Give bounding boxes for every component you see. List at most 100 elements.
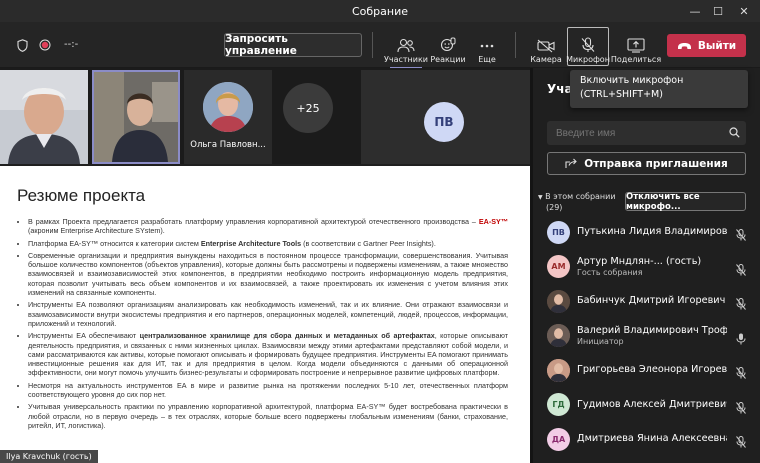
slide-bullet-text: В рамках Проекта предлагается разработат… — [28, 217, 479, 226]
participants-button[interactable]: Участники — [383, 28, 429, 69]
collapse-caret-icon: ▼ — [538, 194, 543, 201]
participant-name-text: Валерий Владимирович Трофи... — [577, 324, 727, 336]
participant-photo-olga — [203, 82, 253, 132]
participant-name: Григорьева Элеонора Игоревна — [577, 364, 727, 376]
video-tile-active-speaker[interactable] — [92, 70, 180, 164]
request-control-button[interactable]: Запросить управление — [224, 33, 362, 57]
share-label: Поделиться — [610, 55, 662, 64]
participant-row[interactable]: Валерий Владимирович Трофи... Инициатор — [547, 320, 760, 352]
share-screen-icon — [627, 38, 645, 53]
people-icon — [397, 38, 415, 53]
participant-name-text: Бабинчук Дмитрий Игоревич — [577, 295, 726, 306]
slide-bullet-text: Инструменты EA позволяют организациям ан… — [28, 300, 508, 328]
slide-bullet-text: (в соответствии с Gartner Peer Insights)… — [301, 238, 436, 248]
reactions-button[interactable]: Реакции — [429, 28, 467, 64]
slide-bullet-text: Инструменты EA обеспечивают — [28, 331, 140, 341]
meeting-toolbar: --:- Запросить управление Участники Реак… — [0, 22, 760, 69]
slide-bullet: Современные организации и предприятия вы… — [28, 251, 508, 297]
recording-icon — [39, 39, 51, 51]
participant-name-text: Гудимов Алексей Дмитриевич — [577, 398, 727, 410]
participant-name-text: Григорьева Элеонора Игоревна — [577, 364, 727, 375]
avatar: АМ — [547, 255, 570, 278]
participant-name: Гудимов Алексей Дмитриевич — [577, 399, 727, 411]
send-invite-label: Отправка приглашения — [584, 157, 728, 170]
avatar: ДА — [547, 427, 570, 451]
slide-bullet-text: Учитывая универсальность практики по упр… — [28, 402, 508, 430]
section-title-text: В этом собрании — [545, 192, 616, 201]
participant-row[interactable]: Бабинчук Дмитрий Игоревич — [547, 285, 760, 317]
mic-off-icon — [581, 37, 595, 52]
slide-bullet: Несмотря на актуальность инструментов EA… — [28, 381, 508, 400]
mic-on-icon — [736, 330, 746, 349]
participant-row[interactable]: ГД Гудимов Алексей Дмитриевич — [547, 389, 760, 421]
participants-label: Участники — [383, 55, 429, 64]
slide-bullet-list: В рамках Проекта предлагается разработат… — [28, 217, 508, 433]
participant-row[interactable]: ПВ Путькина Лидия Владимировна — [547, 216, 760, 248]
participant-name: Путькина Лидия Владимировна — [577, 226, 727, 238]
avatar — [547, 324, 570, 347]
participant-name: Артур Мндлян-... (гость) Гость собрания — [577, 256, 727, 278]
camera-label: Камера — [530, 55, 562, 64]
participant-row[interactable]: Григорьева Элеонора Игоревна — [547, 354, 760, 386]
participant-search-input[interactable] — [547, 121, 746, 145]
maximize-icon: ☐ — [713, 4, 723, 18]
slide-bullet-text: Enterprise Architecture Tools — [200, 238, 302, 248]
mic-off-icon — [736, 399, 746, 418]
slide-bullet-text: (акроним Enterprise Architecture SYstem)… — [28, 226, 165, 236]
leave-label: Выйти — [697, 39, 737, 52]
participant-name-text: Артур Мндлян-... (гость) — [577, 255, 702, 267]
more-label: Еще — [478, 55, 496, 64]
shield-icon[interactable] — [17, 39, 28, 52]
mic-tooltip: Включить микрофон (CTRL+SHIFT+M) — [570, 70, 748, 108]
toolbar-divider-2 — [372, 32, 373, 58]
title-bar: Собрание — ☐ ✕ — [0, 0, 760, 22]
reactions-label: Реакции — [430, 55, 466, 64]
send-invite-button[interactable]: Отправка приглашения — [547, 152, 746, 175]
participant-role: Инициатор — [577, 336, 624, 346]
avatar-pv: ПВ — [424, 102, 464, 142]
search-icon[interactable] — [729, 127, 740, 138]
microphone-button[interactable]: Микрофон — [566, 28, 610, 64]
avatar: ГД — [547, 393, 570, 416]
tooltip-line-1: Включить микрофон — [580, 75, 684, 86]
avatar — [547, 289, 570, 313]
video-tile-overflow[interactable]: +25 — [276, 70, 358, 164]
slide-bullet-text: Платформа EA-SY™ относится к категории с… — [28, 238, 201, 248]
mute-all-button[interactable]: Отключить все микрофо... — [625, 192, 746, 212]
avatar-olga — [203, 82, 253, 132]
camera-button[interactable]: Камера — [526, 28, 566, 64]
participant-name-text: Дмитриева Янина Алексеевна — [577, 433, 727, 444]
slide-bullet: Инструменты EA обеспечивают централизова… — [28, 331, 508, 377]
window-title: Собрание — [351, 4, 409, 18]
mic-off-icon — [736, 226, 746, 245]
presenter-name-label: Ilya Kravchuk (гость) — [0, 450, 98, 463]
section-count: (29) — [546, 203, 563, 212]
participant-row[interactable]: ДА Дмитриева Янина Алексеевна — [547, 423, 760, 455]
video-strip: Ольга Павловн... +25 ПВ — [0, 68, 530, 164]
mic-off-icon — [736, 433, 746, 452]
video-tile-3[interactable]: Ольга Павловн... — [184, 70, 272, 164]
close-window-button[interactable]: ✕ — [731, 0, 757, 22]
slide-bullet-text: централизованное хранилище для сбора дан… — [139, 331, 435, 341]
maximize-button[interactable]: ☐ — [705, 0, 731, 22]
leave-button[interactable]: Выйти — [667, 34, 746, 57]
slide-bullet: Учитывая универсальность практики по упр… — [28, 402, 508, 430]
tooltip-line-2: (CTRL+SHIFT+M) — [580, 89, 663, 100]
avatar — [547, 358, 570, 382]
camera-off-icon — [537, 39, 555, 53]
video-tile-pv[interactable]: ПВ — [361, 70, 530, 164]
close-icon: ✕ — [739, 4, 749, 18]
toolbar-divider — [515, 32, 516, 58]
more-icon — [480, 44, 494, 48]
share-button[interactable]: Поделиться — [610, 28, 662, 64]
participant-name-olga: Ольга Павловн... — [190, 140, 266, 150]
participant-name: Дмитриева Янина Алексеевна — [577, 433, 727, 445]
participant-row[interactable]: АМ Артур Мндлян-... (гость) Гость собрания — [547, 251, 760, 283]
in-meeting-section-header[interactable]: ▼ В этом собрании (29) — [538, 192, 616, 213]
more-button[interactable]: Еще — [472, 28, 502, 64]
slide-bullet-text: Несмотря на актуальность инструментов EA… — [28, 380, 508, 400]
section-title: ▼ В этом собрании — [538, 192, 616, 203]
participant-video-1 — [0, 70, 88, 164]
video-tile-1[interactable] — [0, 70, 88, 164]
participants-panel: Учас Отправка приглашения ▼ В этом собра… — [533, 68, 760, 463]
